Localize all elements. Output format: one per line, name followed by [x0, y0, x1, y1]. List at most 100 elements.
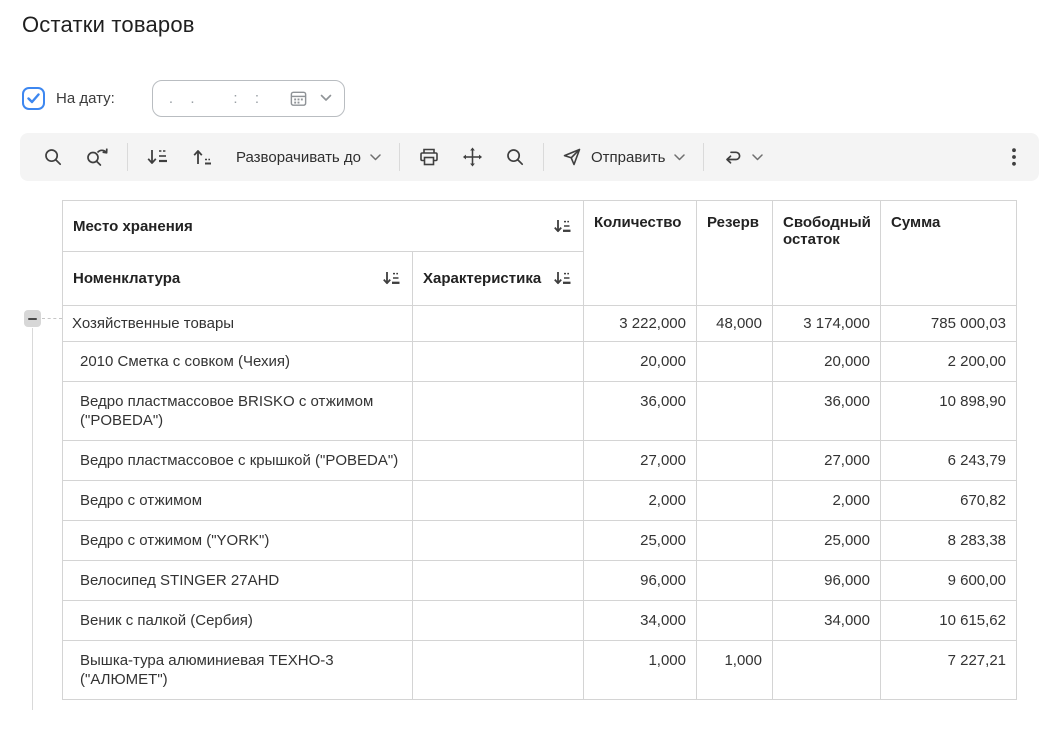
free-cell[interactable]: 25,000 [773, 521, 881, 561]
nomenclature-cell[interactable]: Вышка-тура алюминиевая ТЕХНО-3 ("АЛЮМЕТ"… [63, 641, 413, 700]
quantity-cell[interactable]: 3 222,000 [584, 306, 697, 342]
nomenclature-cell[interactable]: 2010 Сметка с совком (Чехия) [63, 342, 413, 382]
sort-icon[interactable] [383, 271, 400, 286]
characteristic-cell[interactable] [413, 306, 584, 342]
group-row[interactable]: Хозяйственные товары 3 222,000 48,000 3 … [63, 306, 1017, 342]
table-row[interactable]: Веник с палкой (Сербия) 34,000 34,000 10… [63, 601, 1017, 641]
sort-icon[interactable] [554, 219, 571, 234]
free-cell[interactable]: 36,000 [773, 382, 881, 441]
quantity-cell[interactable]: 36,000 [584, 382, 697, 441]
table-row[interactable]: Ведро с отжимом ("YORK") 25,000 25,000 8… [63, 521, 1017, 561]
expand-groups-button[interactable] [135, 141, 180, 173]
table-row[interactable]: Ведро с отжимом 2,000 2,000 670,82 [63, 481, 1017, 521]
move-button[interactable] [451, 141, 494, 173]
characteristic-cell[interactable] [413, 382, 584, 441]
header-sum[interactable]: Сумма [881, 201, 1017, 306]
characteristic-cell[interactable] [413, 441, 584, 481]
header-characteristic[interactable]: Характеристика [413, 252, 584, 306]
reserve-cell[interactable] [697, 342, 773, 382]
collapse-groups-icon [191, 147, 214, 167]
sum-cell[interactable]: 785 000,03 [881, 306, 1017, 342]
sum-cell[interactable]: 9 600,00 [881, 561, 1017, 601]
reserve-cell[interactable]: 1,000 [697, 641, 773, 700]
header-nomenclature[interactable]: Номенклатура [63, 252, 413, 306]
free-cell[interactable]: 3 174,000 [773, 306, 881, 342]
sum-cell[interactable]: 670,82 [881, 481, 1017, 521]
table-body: Хозяйственные товары 3 222,000 48,000 3 … [63, 306, 1017, 700]
table-row[interactable]: 2010 Сметка с совком (Чехия) 20,000 20,0… [63, 342, 1017, 382]
free-cell[interactable]: 27,000 [773, 441, 881, 481]
nomenclature-cell[interactable]: Ведро пластмассовое с крышкой ("POBEDA") [63, 441, 413, 481]
quantity-cell[interactable]: 34,000 [584, 601, 697, 641]
header-storage[interactable]: Место хранения [63, 201, 584, 252]
print-icon [418, 147, 440, 167]
tree-branch-line [32, 328, 33, 710]
reserve-cell[interactable] [697, 521, 773, 561]
header-quantity[interactable]: Количество [584, 201, 697, 306]
reserve-cell[interactable] [697, 561, 773, 601]
chevron-down-icon [370, 154, 381, 161]
sum-cell[interactable]: 7 227,21 [881, 641, 1017, 700]
quantity-cell[interactable]: 25,000 [584, 521, 697, 561]
table-row[interactable]: Ведро пластмассовое с крышкой ("POBEDA")… [63, 441, 1017, 481]
table-row[interactable]: Велосипед STINGER 27AHD 96,000 96,000 9 … [63, 561, 1017, 601]
table-row[interactable]: Ведро пластмассовое BRISKO с отжимом ("P… [63, 382, 1017, 441]
calendar-icon[interactable] [289, 89, 308, 108]
zoom-button[interactable] [494, 141, 536, 173]
search-next-button[interactable] [74, 141, 120, 173]
chevron-down-icon [674, 154, 685, 161]
on-date-checkbox[interactable] [22, 87, 45, 110]
date-input[interactable]: . . : : [152, 80, 345, 117]
sort-icon[interactable] [554, 271, 571, 286]
nomenclature-cell[interactable]: Ведро пластмассовое BRISKO с отжимом ("P… [63, 382, 413, 441]
quantity-cell[interactable]: 27,000 [584, 441, 697, 481]
nomenclature-cell[interactable]: Ведро с отжимом [63, 481, 413, 521]
sum-cell[interactable]: 10 898,90 [881, 382, 1017, 441]
report-page: Остатки товаров На дату: . . : : [0, 0, 1059, 742]
sum-cell[interactable]: 2 200,00 [881, 342, 1017, 382]
expand-groups-icon [146, 147, 169, 167]
move-icon [462, 147, 483, 167]
header-reserve[interactable]: Резерв [697, 201, 773, 306]
reserve-cell[interactable]: 48,000 [697, 306, 773, 342]
reserve-cell[interactable] [697, 441, 773, 481]
free-cell[interactable]: 96,000 [773, 561, 881, 601]
characteristic-cell[interactable] [413, 521, 584, 561]
reserve-cell[interactable] [697, 481, 773, 521]
free-cell[interactable]: 20,000 [773, 342, 881, 382]
date-dropdown-chevron-icon[interactable] [320, 94, 332, 102]
nomenclature-cell[interactable]: Велосипед STINGER 27AHD [63, 561, 413, 601]
quantity-cell[interactable]: 96,000 [584, 561, 697, 601]
quantity-cell[interactable]: 20,000 [584, 342, 697, 382]
collapse-groups-button[interactable] [180, 141, 225, 173]
group-name-cell[interactable]: Хозяйственные товары [63, 306, 413, 342]
free-cell[interactable]: 2,000 [773, 481, 881, 521]
characteristic-cell[interactable] [413, 481, 584, 521]
expand-to-button[interactable]: Разворачивать до [225, 143, 392, 172]
date-filter-row: На дату: . . : : [22, 80, 345, 116]
characteristic-cell[interactable] [413, 641, 584, 700]
reserve-cell[interactable] [697, 382, 773, 441]
restore-settings-button[interactable] [711, 142, 774, 172]
search-button[interactable] [32, 141, 74, 173]
sum-cell[interactable]: 6 243,79 [881, 441, 1017, 481]
send-button[interactable]: Отправить [551, 141, 696, 173]
quantity-cell[interactable]: 1,000 [584, 641, 697, 700]
reserve-cell[interactable] [697, 601, 773, 641]
sum-cell[interactable]: 8 283,38 [881, 521, 1017, 561]
free-cell[interactable]: 34,000 [773, 601, 881, 641]
expand-to-label: Разворачивать до [236, 149, 361, 166]
characteristic-cell[interactable] [413, 342, 584, 382]
sum-cell[interactable]: 10 615,62 [881, 601, 1017, 641]
nomenclature-cell[interactable]: Ведро с отжимом ("YORK") [63, 521, 413, 561]
print-button[interactable] [407, 141, 451, 173]
characteristic-cell[interactable] [413, 561, 584, 601]
quantity-cell[interactable]: 2,000 [584, 481, 697, 521]
nomenclature-cell[interactable]: Веник с палкой (Сербия) [63, 601, 413, 641]
more-menu-button[interactable] [1001, 142, 1027, 172]
collapse-row-button[interactable] [24, 310, 41, 327]
free-cell[interactable] [773, 641, 881, 700]
header-free[interactable]: Свободный остаток [773, 201, 881, 306]
characteristic-cell[interactable] [413, 601, 584, 641]
table-row[interactable]: Вышка-тура алюминиевая ТЕХНО-3 ("АЛЮМЕТ"… [63, 641, 1017, 700]
